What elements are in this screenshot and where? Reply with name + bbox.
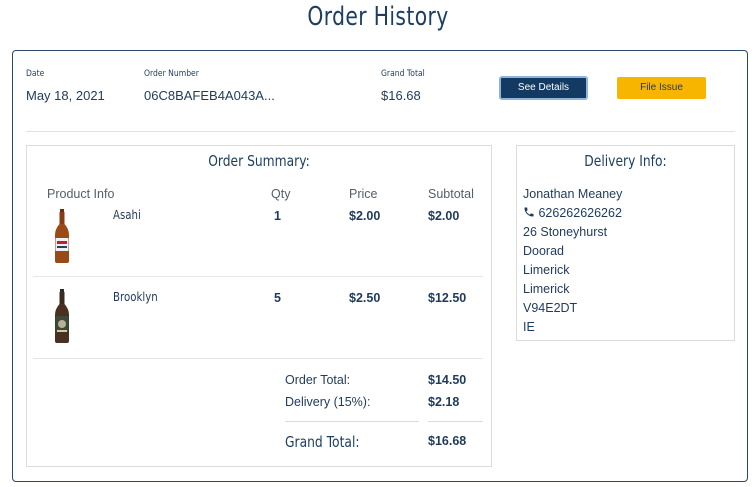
delivery-info-heading: Delivery Info: — [584, 152, 667, 170]
order-number-value: 06C8BAFEB4A043A... — [144, 88, 275, 103]
order-summary-panel: Order Summary: Product Info Qty Price Su… — [26, 145, 492, 467]
delivery-info-panel: Delivery Info: Jonathan Meaney 626262626… — [516, 145, 735, 341]
order-card: Date May 18, 2021 Order Number 06C8BAFEB… — [12, 50, 748, 482]
product-qty: 5 — [274, 291, 281, 305]
order-summary-heading: Order Summary: — [208, 152, 310, 170]
table-row: Asahi 1 $2.00 $2.00 — [33, 204, 483, 274]
address-line: Limerick — [523, 263, 570, 277]
file-issue-button[interactable]: File Issue — [617, 77, 706, 99]
totals-divider — [285, 421, 419, 422]
see-details-button[interactable]: See Details — [499, 76, 588, 100]
product-name: Brooklyn — [113, 290, 158, 304]
grand-total-value: $16.68 — [381, 88, 421, 103]
delivery-fee-value: $2.18 — [428, 395, 460, 409]
grand-total-label: Grand Total — [381, 69, 425, 79]
order-total-label: Order Total: — [285, 373, 351, 387]
column-header-product: Product Info — [47, 187, 115, 201]
address-line: Limerick — [523, 282, 570, 296]
product-qty: 1 — [274, 209, 281, 223]
date-label: Date — [26, 69, 45, 79]
column-header-qty: Qty — [271, 187, 291, 201]
row-divider — [33, 358, 483, 359]
address-line: 26 Stoneyhurst — [523, 225, 608, 239]
brooklyn-bottle-image — [55, 289, 69, 343]
phone-number: 626262626262 — [538, 206, 622, 220]
phone-line: 626262626262 — [523, 206, 622, 220]
column-header-subtotal: Subtotal — [428, 187, 474, 201]
delivery-fee-label: Delivery (15%): — [285, 395, 371, 409]
totals-divider — [428, 421, 483, 422]
address-line: IE — [523, 320, 535, 334]
product-price: $2.00 — [349, 209, 381, 223]
recipient-name: Jonathan Meaney — [523, 187, 623, 201]
divider — [26, 131, 735, 132]
grand-total-summary-label: Grand Total: — [285, 433, 360, 451]
column-header-price: Price — [349, 187, 378, 201]
order-number-label: Order Number — [144, 69, 199, 79]
product-name: Asahi — [113, 208, 141, 222]
product-subtotal: $2.00 — [428, 209, 460, 223]
grand-total-summary-value: $16.68 — [428, 434, 467, 448]
order-total-value: $14.50 — [428, 373, 467, 387]
asahi-bottle-image — [55, 209, 69, 263]
page-title: Order History — [307, 2, 449, 32]
date-value: May 18, 2021 — [26, 88, 105, 103]
phone-icon — [524, 207, 534, 217]
table-row: Brooklyn 5 $2.50 $12.50 — [33, 286, 483, 356]
row-divider — [33, 276, 483, 277]
product-price: $2.50 — [349, 291, 381, 305]
address-line: Doorad — [523, 244, 564, 258]
address-line: V94E2DT — [523, 301, 578, 315]
product-subtotal: $12.50 — [428, 291, 467, 305]
